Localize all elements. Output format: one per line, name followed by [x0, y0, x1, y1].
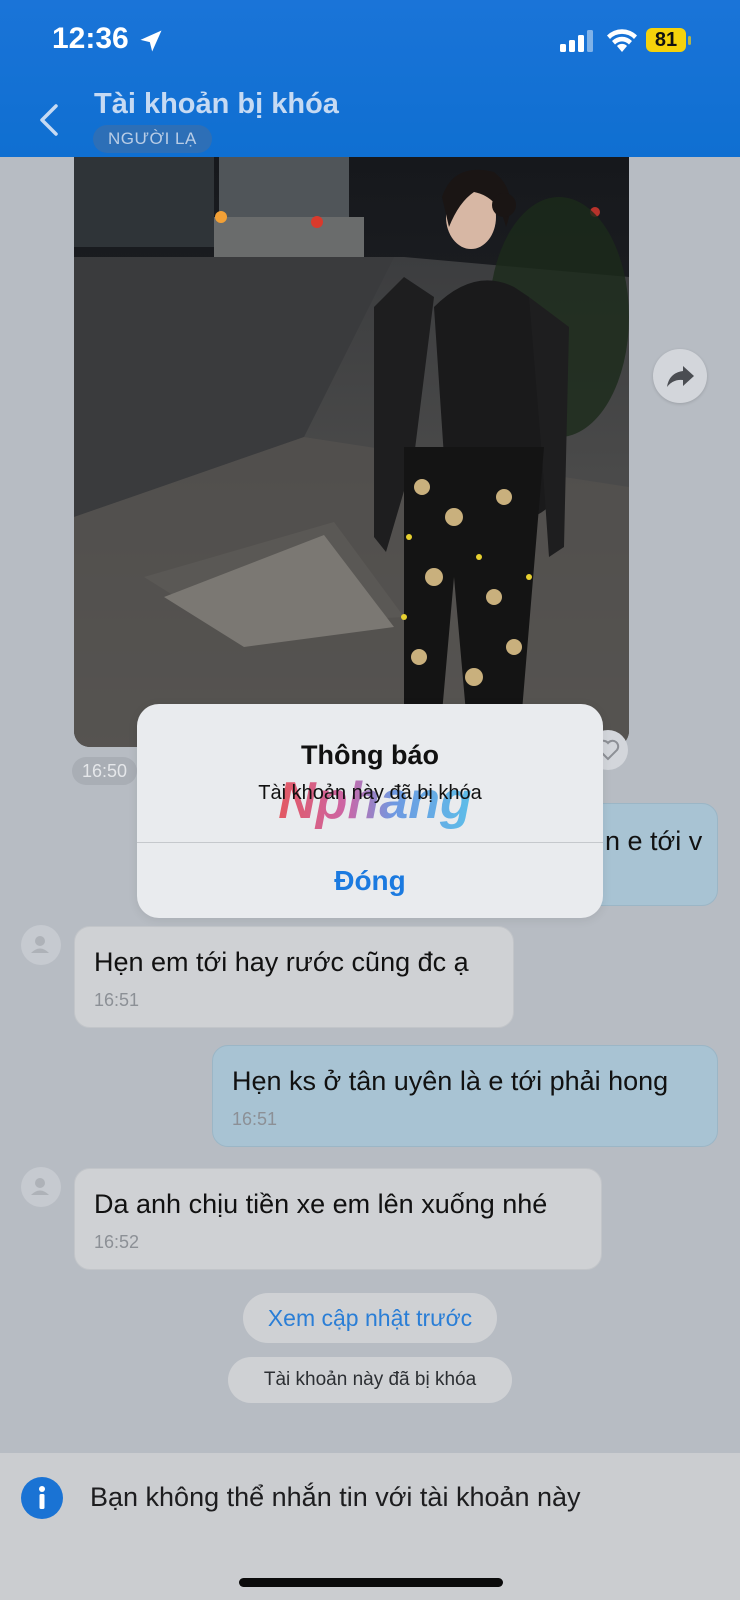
avatar-icon — [31, 1178, 49, 1195]
photo-time: 16:50 — [72, 757, 138, 785]
message-bubble-in[interactable]: Hẹn em tới hay rước cũng đc ạ 16:51 — [74, 926, 514, 1028]
avatar[interactable] — [21, 1167, 61, 1207]
photo-image — [74, 157, 629, 747]
home-indicator[interactable] — [239, 1578, 503, 1587]
photo-message[interactable] — [74, 157, 629, 747]
message-text: Hẹn em tới hay rước cũng đc ạ — [94, 947, 469, 977]
message-time: 16:52 — [94, 1232, 140, 1252]
status-time: 12:36 — [52, 22, 129, 55]
chat-title[interactable]: Tài khoản bị khóa — [94, 88, 339, 121]
alert-dialog: Thông báo Nphang Tài khoản này đã bị khó… — [137, 704, 603, 918]
battery-icon: 81 — [646, 28, 692, 54]
wifi-icon — [607, 29, 637, 52]
message-text: Da anh chịu tiền xe em lên xuống nhé — [94, 1189, 548, 1219]
stranger-badge: NGƯỜI LẠ — [93, 125, 212, 153]
cannot-message-text: Bạn không thể nhắn tin với tài khoản này — [90, 1482, 581, 1512]
signal-icon — [560, 30, 593, 52]
load-previous-button[interactable]: Xem cập nhật trước — [243, 1293, 497, 1343]
battery-level: 81 — [654, 29, 678, 51]
share-icon — [667, 366, 694, 387]
avatar[interactable] — [21, 925, 61, 965]
location-arrow-icon — [140, 30, 162, 52]
alert-message: Tài khoản này đã bị khóa — [258, 782, 482, 804]
message-text: Hẹn ks ở tân uyên là e tới phải hong — [232, 1066, 669, 1096]
share-button[interactable] — [653, 349, 707, 403]
message-bubble-out[interactable]: Hẹn ks ở tân uyên là e tới phải hong 16:… — [212, 1045, 718, 1147]
message-bubble-in[interactable]: Da anh chịu tiền xe em lên xuống nhé 16:… — [74, 1168, 602, 1270]
locked-notice: Tài khoản này đã bị khóa — [228, 1357, 512, 1403]
message-time: 16:51 — [232, 1109, 278, 1129]
back-chevron-icon[interactable] — [30, 100, 70, 140]
close-button[interactable]: Đóng — [137, 843, 603, 918]
info-icon — [21, 1477, 63, 1519]
avatar-icon — [31, 936, 49, 953]
message-text: n e tới v — [605, 826, 703, 856]
message-time: 16:51 — [94, 990, 140, 1010]
